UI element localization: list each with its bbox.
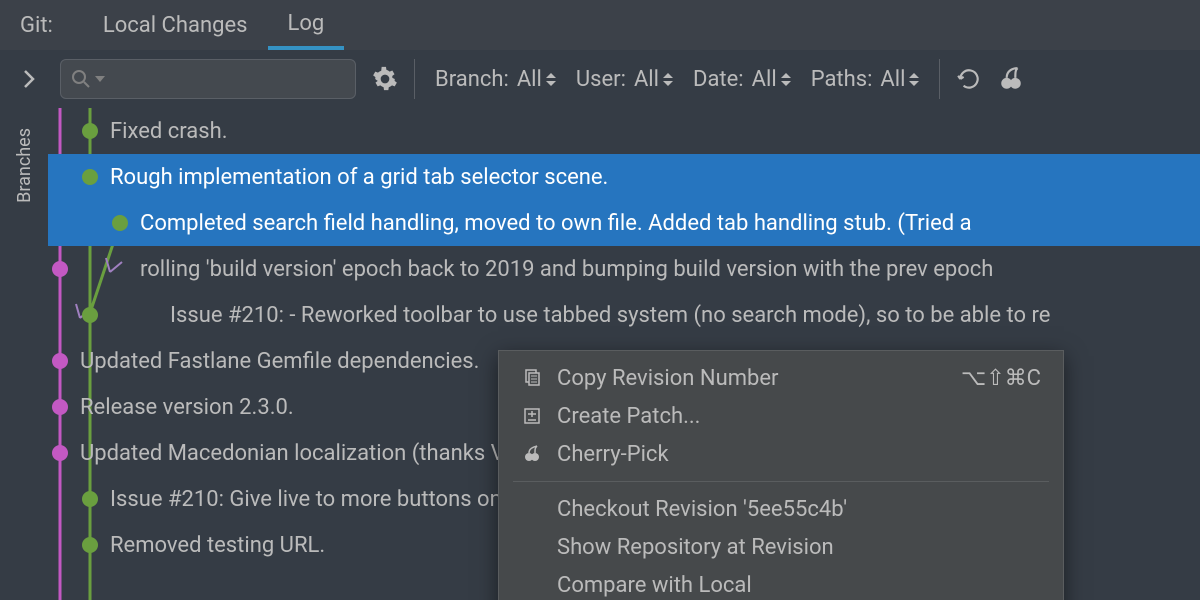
commit-node	[52, 445, 68, 461]
commit-message: rolling 'build version' epoch back to 20…	[140, 257, 993, 282]
search-dropdown-icon[interactable]	[95, 75, 105, 83]
tab-log[interactable]: Log	[268, 0, 345, 50]
log-toolbar: Branch: All User: All Date: All Paths: A…	[0, 50, 1200, 108]
commit-message: Rough implementation of a grid tab selec…	[110, 165, 608, 190]
vcs-label: Git:	[20, 13, 53, 38]
settings-button[interactable]	[372, 66, 398, 92]
commit-row[interactable]: Fixed crash.	[48, 108, 1200, 154]
filter-user[interactable]: User: All	[572, 67, 677, 92]
spinner-icon	[546, 73, 556, 86]
spinner-icon	[909, 73, 919, 86]
commit-node	[82, 491, 98, 507]
menu-item[interactable]: Create Patch...	[499, 397, 1063, 435]
tab-local-changes[interactable]: Local Changes	[83, 0, 268, 50]
refresh-icon	[956, 66, 982, 92]
git-tabbar: Git: Local Changes Log	[0, 0, 1200, 50]
commit-node	[82, 537, 98, 553]
commit-row[interactable]: rolling 'build version' epoch back to 20…	[48, 246, 1200, 292]
log-panel: Branches Fixed crash. Rough implementatio…	[0, 108, 1200, 600]
commit-node	[52, 261, 68, 277]
menu-item-label: Checkout Revision '5ee55c4b'	[557, 497, 847, 522]
menu-separator	[513, 481, 1049, 482]
menu-item-label: Compare with Local	[557, 573, 752, 598]
log-search-input[interactable]	[60, 59, 356, 99]
menu-item[interactable]: Show Repository at Revision	[499, 528, 1063, 566]
menu-item-label: Copy Revision Number	[557, 366, 779, 391]
patch-icon	[521, 407, 543, 425]
expand-branches-button[interactable]	[10, 68, 48, 90]
branches-sidebar[interactable]: Branches	[0, 108, 48, 600]
search-icon	[71, 69, 91, 89]
commit-node	[82, 307, 98, 323]
commit-node	[82, 169, 98, 185]
commit-context-menu: Copy Revision Number ⌥⇧⌘C Create Patch... C…	[498, 350, 1064, 600]
gear-icon	[372, 66, 398, 92]
commit-message: Removed testing URL.	[110, 533, 325, 558]
menu-item-label: Cherry-Pick	[557, 442, 669, 467]
copy-icon	[521, 369, 543, 387]
menu-item-label: Create Patch...	[557, 404, 700, 429]
branches-label: Branches	[14, 128, 35, 203]
commit-message: Updated Fastlane Gemfile dependencies.	[80, 349, 479, 374]
cherry-icon	[521, 445, 543, 463]
commit-row[interactable]: Completed search field handling, moved t…	[48, 200, 1200, 246]
commit-node	[52, 353, 68, 369]
menu-shortcut: ⌥⇧⌘C	[961, 366, 1041, 391]
menu-item[interactable]: Cherry-Pick	[499, 435, 1063, 473]
refresh-button[interactable]	[956, 66, 982, 92]
commit-message: Completed search field handling, moved t…	[140, 211, 972, 236]
cherry-pick-button[interactable]	[998, 66, 1024, 92]
spinner-icon	[781, 73, 791, 86]
commit-node	[52, 399, 68, 415]
menu-item-label: Show Repository at Revision	[557, 535, 834, 560]
separator	[939, 59, 940, 99]
cherry-icon	[998, 66, 1024, 92]
menu-item[interactable]: Checkout Revision '5ee55c4b'	[499, 490, 1063, 528]
commit-row[interactable]: Rough implementation of a grid tab selec…	[48, 154, 1200, 200]
commit-node	[112, 215, 128, 231]
filter-paths[interactable]: Paths: All	[807, 67, 924, 92]
filter-branch[interactable]: Branch: All	[431, 67, 560, 92]
menu-item[interactable]: Compare with Local	[499, 566, 1063, 600]
commit-row[interactable]: Issue #210: - Reworked toolbar to use ta…	[48, 292, 1200, 338]
separator	[414, 59, 415, 99]
commit-message: Issue #210: - Reworked toolbar to use ta…	[170, 303, 1050, 328]
menu-item[interactable]: Copy Revision Number ⌥⇧⌘C	[499, 359, 1063, 397]
spinner-icon	[663, 73, 673, 86]
commit-message: Updated Macedonian localization (thanks …	[80, 441, 565, 466]
commit-node	[82, 123, 98, 139]
filter-date[interactable]: Date: All	[689, 67, 795, 92]
